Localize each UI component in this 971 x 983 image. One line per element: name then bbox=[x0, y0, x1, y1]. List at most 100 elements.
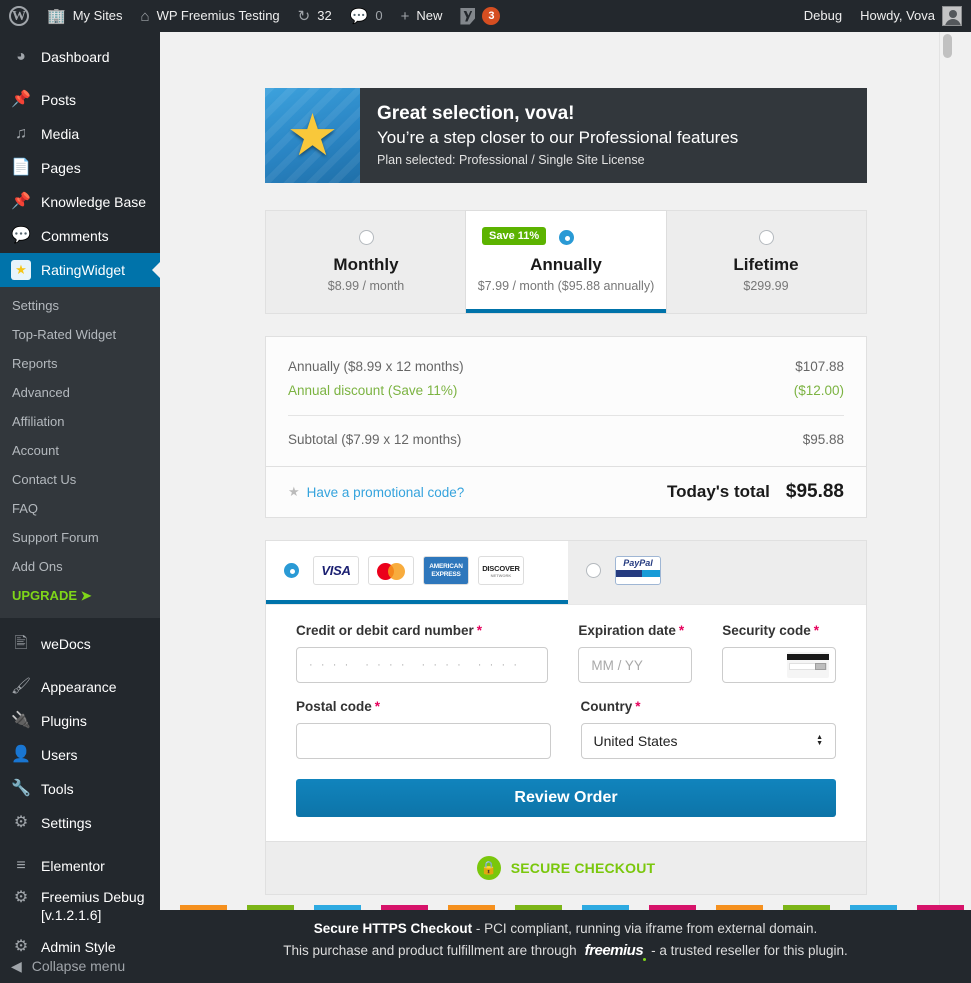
sidebar-item-label: Freemius Debug [v.1.2.1.6] bbox=[41, 888, 151, 924]
payment-method-credit-card[interactable]: VISA AMERICAN EXPRESS bbox=[266, 541, 568, 604]
admin-bar-item-yoast[interactable]: 3 bbox=[451, 0, 509, 32]
sidebar-item-pages[interactable]: 📄 Pages bbox=[0, 151, 160, 185]
sidebar-item-label: Plugins bbox=[41, 704, 87, 738]
footer-secure-label: Secure HTTPS Checkout bbox=[314, 921, 472, 936]
submenu-item-faq[interactable]: FAQ bbox=[0, 494, 160, 523]
expiration-input[interactable]: MM / YY bbox=[578, 647, 692, 683]
credit-card-form: Credit or debit card number* · · · · · ·… bbox=[266, 604, 866, 841]
admin-bar: W 🏢 My Sites ⌂ WP Freemius Testing ↻ 32 … bbox=[0, 0, 971, 32]
radio-annually[interactable] bbox=[559, 230, 574, 245]
wordpress-logo-menu[interactable]: W bbox=[0, 0, 38, 32]
country-select[interactable]: United States ▲▼ bbox=[581, 723, 837, 759]
radio-paypal[interactable] bbox=[586, 563, 601, 578]
sidebar-item-elementor[interactable]: ≡ Elementor bbox=[0, 849, 160, 883]
sidebar-item-dashboard[interactable]: ◕ Dashboard bbox=[0, 40, 160, 74]
required-mark: * bbox=[814, 623, 819, 638]
review-order-button[interactable]: Review Order bbox=[296, 779, 836, 817]
lock-icon: 🔒 bbox=[477, 856, 501, 880]
collapse-menu-button[interactable]: ◀ Collapse menu bbox=[0, 949, 160, 983]
field-postal-code: Postal code* bbox=[296, 699, 551, 759]
submenu-item-contact-us[interactable]: Contact Us bbox=[0, 465, 160, 494]
sidebar-item-knowledge-base[interactable]: 📌 Knowledge Base bbox=[0, 185, 160, 219]
billing-cycle-annually[interactable]: Save 11% Annually $7.99 / month ($95.88 … bbox=[466, 211, 666, 313]
radio-monthly[interactable] bbox=[359, 230, 374, 245]
admin-bar-item-new[interactable]: + New bbox=[392, 0, 452, 32]
admin-bar-label: My Sites bbox=[73, 0, 123, 32]
sidebar-item-posts[interactable]: 📌 Posts bbox=[0, 83, 160, 117]
discover-text: DISCOVER NETWORK bbox=[482, 564, 520, 578]
home-icon: ⌂ bbox=[141, 9, 150, 24]
billing-cycle-monthly[interactable]: Monthly $8.99 / month bbox=[266, 211, 466, 313]
submenu-item-affiliation[interactable]: Affiliation bbox=[0, 407, 160, 436]
footer-line-1: Secure HTTPS Checkout - PCI compliant, r… bbox=[314, 918, 817, 940]
admin-bar-item-my-sites[interactable]: 🏢 My Sites bbox=[38, 0, 132, 32]
banner-text: Great selection, vova! You’re a step clo… bbox=[360, 88, 738, 183]
paypal-icon: PayPal bbox=[615, 556, 661, 585]
sidebar-item-freemius-debug[interactable]: ⚙ Freemius Debug [v.1.2.1.6] bbox=[0, 883, 160, 924]
sidebar-item-appearance[interactable]: 🖌 Appearance bbox=[0, 670, 160, 704]
checkout-banner: ★ Great selection, vova! You’re a step c… bbox=[265, 88, 867, 183]
visa-icon: VISA bbox=[313, 556, 359, 585]
submenu-item-support-forum[interactable]: Support Forum bbox=[0, 523, 160, 552]
radio-credit-card[interactable] bbox=[284, 563, 299, 578]
sidebar-item-ratingwidget[interactable]: ★ RatingWidget bbox=[0, 253, 160, 287]
summary-row-subtotal: Subtotal ($7.99 x 12 months) $95.88 bbox=[288, 428, 844, 452]
admin-bar-item-debug[interactable]: Debug bbox=[795, 0, 851, 32]
freemius-logo: freemius bbox=[583, 940, 646, 962]
postal-code-input[interactable] bbox=[296, 723, 551, 759]
payment-method-paypal[interactable]: PayPal bbox=[568, 541, 866, 604]
banner-artwork: ★ bbox=[265, 88, 360, 183]
sidebar-divider bbox=[0, 74, 160, 83]
required-mark: * bbox=[375, 699, 380, 714]
sidebar-item-media[interactable]: ♫ Media bbox=[0, 117, 160, 151]
comments-icon: 💬 bbox=[11, 228, 31, 244]
sidebar-item-users[interactable]: 👤 Users bbox=[0, 738, 160, 772]
sidebar-item-label: RatingWidget bbox=[41, 253, 125, 287]
admin-bar-label: Debug bbox=[804, 0, 842, 32]
wedocs-doc-icon: 🖹 bbox=[11, 636, 31, 652]
footer-line-2: This purchase and product fulfillment ar… bbox=[283, 940, 848, 962]
summary-row: Annually ($8.99 x 12 months) $107.88 bbox=[288, 355, 844, 379]
sidebar-item-comments[interactable]: 💬 Comments bbox=[0, 219, 160, 253]
billing-cycle-selector: Monthly $8.99 / month Save 11% Annually … bbox=[265, 210, 867, 314]
submenu-item-reports[interactable]: Reports bbox=[0, 349, 160, 378]
star-icon: ★ bbox=[288, 484, 300, 500]
sidebar-item-wedocs[interactable]: 🖹 weDocs bbox=[0, 627, 160, 661]
save-badge: Save 11% bbox=[482, 227, 546, 245]
sidebar-item-settings[interactable]: ⚙ Settings bbox=[0, 806, 160, 840]
scrollbar-thumb[interactable] bbox=[943, 34, 952, 58]
sidebar-item-label: Settings bbox=[41, 806, 92, 840]
promotional-code-link[interactable]: ★ Have a promotional code? bbox=[288, 484, 464, 500]
admin-bar-item-howdy[interactable]: Howdy, Vova bbox=[851, 0, 971, 32]
admin-bar-item-updates[interactable]: ↻ 32 bbox=[289, 0, 341, 32]
users-icon: 👤 bbox=[11, 747, 31, 763]
sidebar-divider bbox=[0, 661, 160, 670]
card-number-input[interactable]: · · · · · · · · · · · · · · · · bbox=[296, 647, 548, 683]
admin-bar-item-comments[interactable]: 💬 0 bbox=[341, 0, 392, 32]
amex-text: AMERICAN EXPRESS bbox=[429, 563, 462, 579]
subtotal-label: Subtotal ($7.99 x 12 months) bbox=[288, 428, 461, 452]
admin-sidebar: ◕ Dashboard 📌 Posts ♫ Media 📄 Pages 📌 Kn… bbox=[0, 32, 160, 983]
sidebar-item-tools[interactable]: 🔧 Tools bbox=[0, 772, 160, 806]
checkout-iframe: ★ Great selection, vova! You’re a step c… bbox=[160, 32, 955, 910]
sidebar-item-label: Posts bbox=[41, 83, 76, 117]
submenu-item-advanced[interactable]: Advanced bbox=[0, 378, 160, 407]
submenu-item-top-rated-widget[interactable]: Top-Rated Widget bbox=[0, 320, 160, 349]
submenu-item-upgrade[interactable]: UPGRADE ➤ bbox=[0, 581, 160, 610]
admin-bar-item-site-name[interactable]: ⌂ WP Freemius Testing bbox=[132, 0, 289, 32]
scrollbar[interactable] bbox=[939, 32, 955, 910]
billing-cycle-lifetime[interactable]: Lifetime $299.99 bbox=[666, 211, 866, 313]
radio-lifetime[interactable] bbox=[759, 230, 774, 245]
summary-row-discount: Annual discount (Save 11%) ($12.00) bbox=[288, 379, 844, 403]
submenu-item-account[interactable]: Account bbox=[0, 436, 160, 465]
form-row-2: Postal code* Country* United States ▲▼ bbox=[296, 699, 836, 759]
submenu-item-settings[interactable]: Settings bbox=[0, 291, 160, 320]
submenu-item-add-ons[interactable]: Add Ons bbox=[0, 552, 160, 581]
sidebar-item-plugins[interactable]: 🔌 Plugins bbox=[0, 704, 160, 738]
mastercard-icon bbox=[368, 556, 414, 585]
secure-checkout-label: SECURE CHECKOUT bbox=[511, 860, 656, 876]
visa-label: VISA bbox=[321, 563, 350, 578]
security-code-input[interactable] bbox=[722, 647, 836, 683]
summary-row-value: ($12.00) bbox=[794, 379, 844, 403]
cycle-name: Lifetime bbox=[672, 255, 860, 275]
